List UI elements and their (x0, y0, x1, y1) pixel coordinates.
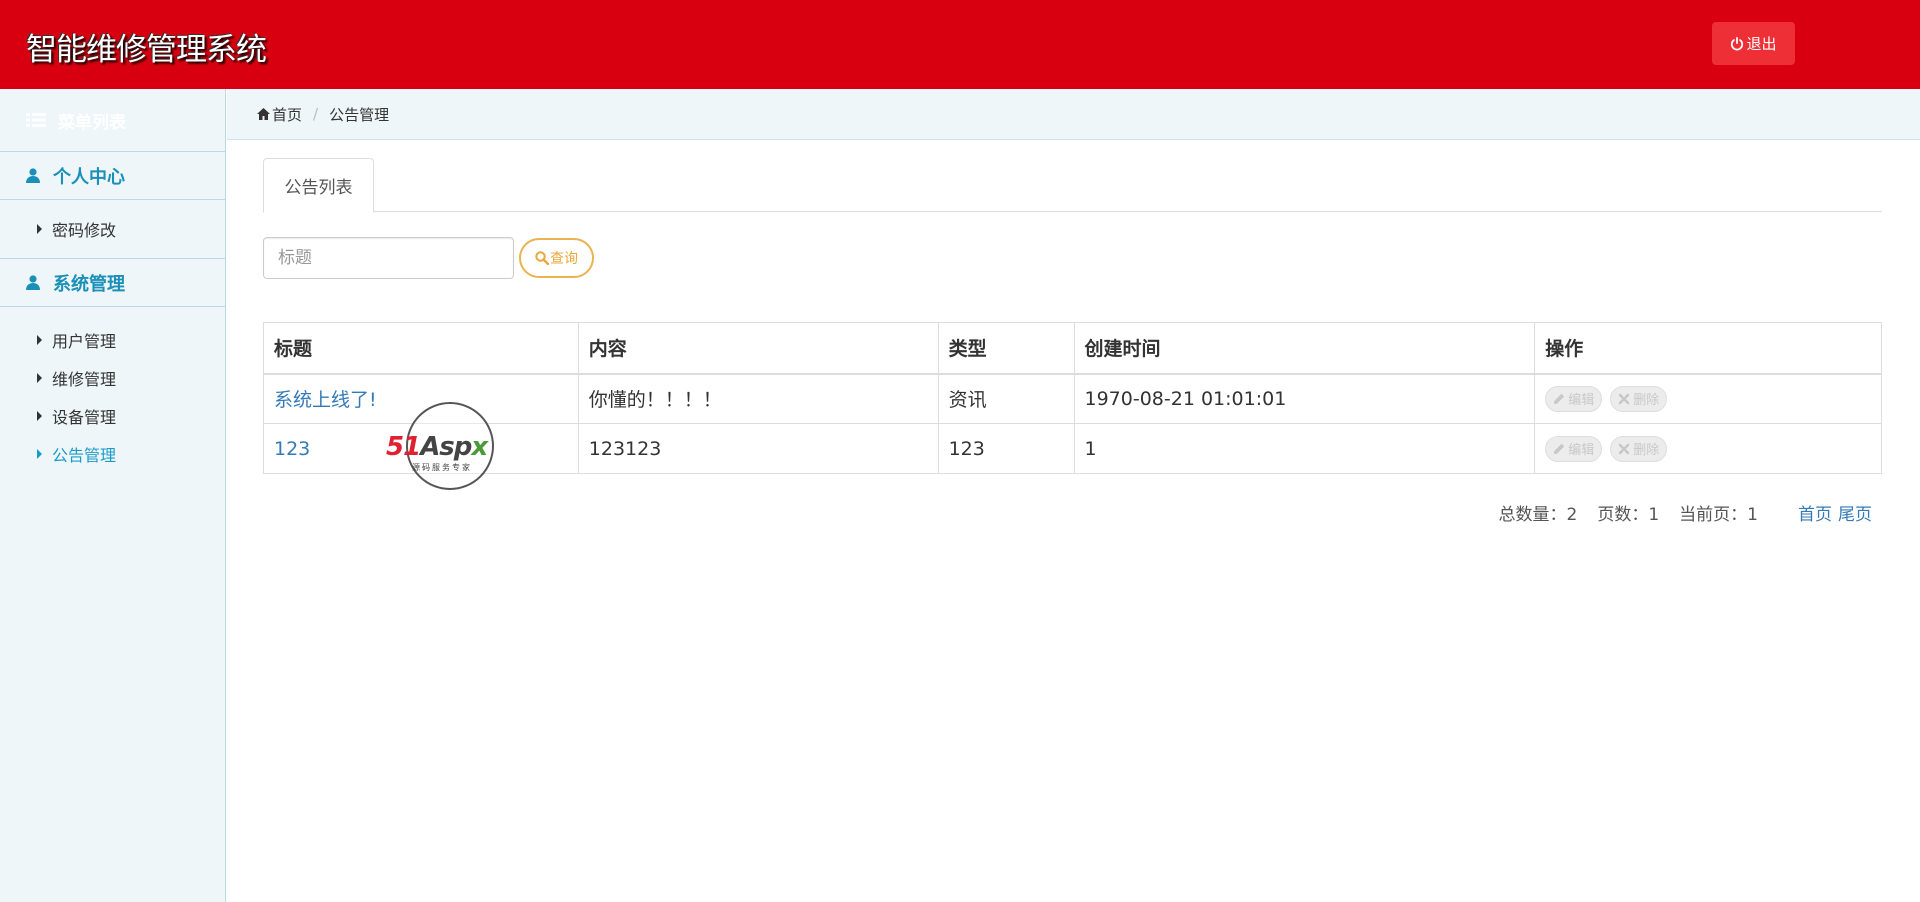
sidebar-sublist: 密码修改 (0, 200, 225, 258)
user-icon (26, 168, 40, 183)
sidebar-group-personal-center[interactable]: 个人中心 (0, 151, 225, 200)
row-type: 资讯 (937, 373, 1075, 424)
delete-button[interactable]: 删除 (1610, 435, 1668, 462)
close-icon (1618, 443, 1630, 454)
logout-button[interactable]: 退出 (1712, 22, 1795, 65)
watermark-tagline: 源码服务专家 (412, 463, 472, 472)
total-count: 总数量：2 (1498, 505, 1578, 525)
sidebar: 菜单列表 个人中心 密码修改 系统管理 用户管理 维修管理 设备管理 公告管理 (0, 89, 226, 902)
column-header-title: 标题 (263, 322, 579, 375)
sidebar-sublist: 用户管理 维修管理 设备管理 公告管理 (0, 307, 225, 483)
breadcrumb-home[interactable]: 首页 (257, 104, 302, 125)
row-content: 你懂的！！！！ (577, 373, 939, 424)
search-button-label: 查询 (550, 251, 578, 267)
edit-button-label: 编辑 (1568, 443, 1595, 458)
row-created-time: 1 (1073, 423, 1536, 474)
sidebar-menu-header: 菜单列表 (0, 89, 225, 151)
sidebar-item-user-management[interactable]: 用户管理 (0, 321, 225, 359)
sidebar-group-label: 系统管理 (53, 273, 125, 295)
column-header-actions: 操作 (1534, 322, 1882, 375)
search-icon (535, 251, 549, 265)
sidebar-item-label: 维修管理 (52, 370, 117, 389)
pagination: 总数量：2 页数：1 当前页：1 首页 尾页 (1499, 500, 1872, 525)
caret-right-icon (37, 449, 42, 459)
breadcrumb-current: 公告管理 (329, 105, 390, 124)
current-page: 当前页：1 (1679, 505, 1758, 525)
power-icon (1731, 36, 1744, 50)
user-icon (26, 275, 40, 290)
breadcrumb-home-label: 首页 (272, 105, 303, 124)
edit-button[interactable]: 编辑 (1545, 385, 1603, 412)
logout-label: 退出 (1746, 35, 1777, 53)
first-page-link[interactable]: 首页 (1798, 500, 1832, 525)
edit-button-label: 编辑 (1568, 393, 1595, 409)
sidebar-item-label: 用户管理 (52, 332, 117, 351)
column-header-created-time: 创建时间 (1073, 322, 1536, 375)
row-actions: 编辑 删除 (1534, 423, 1882, 474)
sidebar-item-label: 设备管理 (52, 408, 117, 427)
row-content: 123123 (577, 423, 939, 474)
breadcrumb: 首页 / 公告管理 (227, 89, 1920, 140)
sidebar-item-repair-management[interactable]: 维修管理 (0, 359, 225, 397)
home-icon (257, 108, 270, 120)
delete-button[interactable]: 删除 (1610, 385, 1668, 412)
caret-right-icon (37, 335, 42, 345)
tab-bar: 公告列表 (263, 158, 1882, 213)
watermark-logo: 51Aspx 源码服务专家 (386, 402, 512, 494)
row-actions: 编辑 删除 (1534, 373, 1882, 424)
column-header-type: 类型 (937, 322, 1075, 375)
pencil-icon (1554, 443, 1565, 454)
column-header-content: 内容 (577, 322, 939, 375)
app-title: 智能维修管理系统 (26, 32, 267, 68)
breadcrumb-separator: / (313, 105, 319, 123)
sidebar-item-label: 公告管理 (52, 446, 117, 465)
watermark-wordmark: 51Aspx (386, 432, 488, 462)
page-count: 页数：1 (1597, 505, 1660, 525)
last-page-link[interactable]: 尾页 (1838, 500, 1872, 525)
search-input[interactable] (263, 237, 514, 279)
sidebar-menu-title: 菜单列表 (58, 112, 126, 133)
search-button[interactable]: 查询 (519, 238, 594, 278)
row-type: 123 (937, 423, 1075, 474)
delete-button-label: 删除 (1633, 443, 1660, 458)
caret-right-icon (37, 373, 42, 383)
sidebar-item-label: 密码修改 (52, 221, 117, 240)
caret-right-icon (37, 224, 42, 234)
caret-right-icon (37, 411, 42, 421)
sidebar-group-system-management[interactable]: 系统管理 (0, 258, 225, 307)
sidebar-item-device-management[interactable]: 设备管理 (0, 397, 225, 435)
sidebar-item-announcement-management[interactable]: 公告管理 (0, 435, 225, 473)
list-icon (26, 113, 46, 127)
row-created-time: 1970-08-21 01:01:01 (1073, 373, 1536, 424)
tab-announcement-list[interactable]: 公告列表 (263, 158, 374, 213)
pencil-icon (1554, 393, 1565, 404)
top-header: 智能维修管理系统 退出 (0, 0, 1920, 89)
edit-button[interactable]: 编辑 (1545, 435, 1603, 462)
sidebar-item-password-change[interactable]: 密码修改 (0, 210, 225, 248)
table-header-row: 标题 内容 类型 创建时间 操作 (263, 322, 1882, 375)
close-icon (1618, 393, 1630, 405)
delete-button-label: 删除 (1633, 393, 1660, 409)
sidebar-group-label: 个人中心 (53, 166, 125, 188)
